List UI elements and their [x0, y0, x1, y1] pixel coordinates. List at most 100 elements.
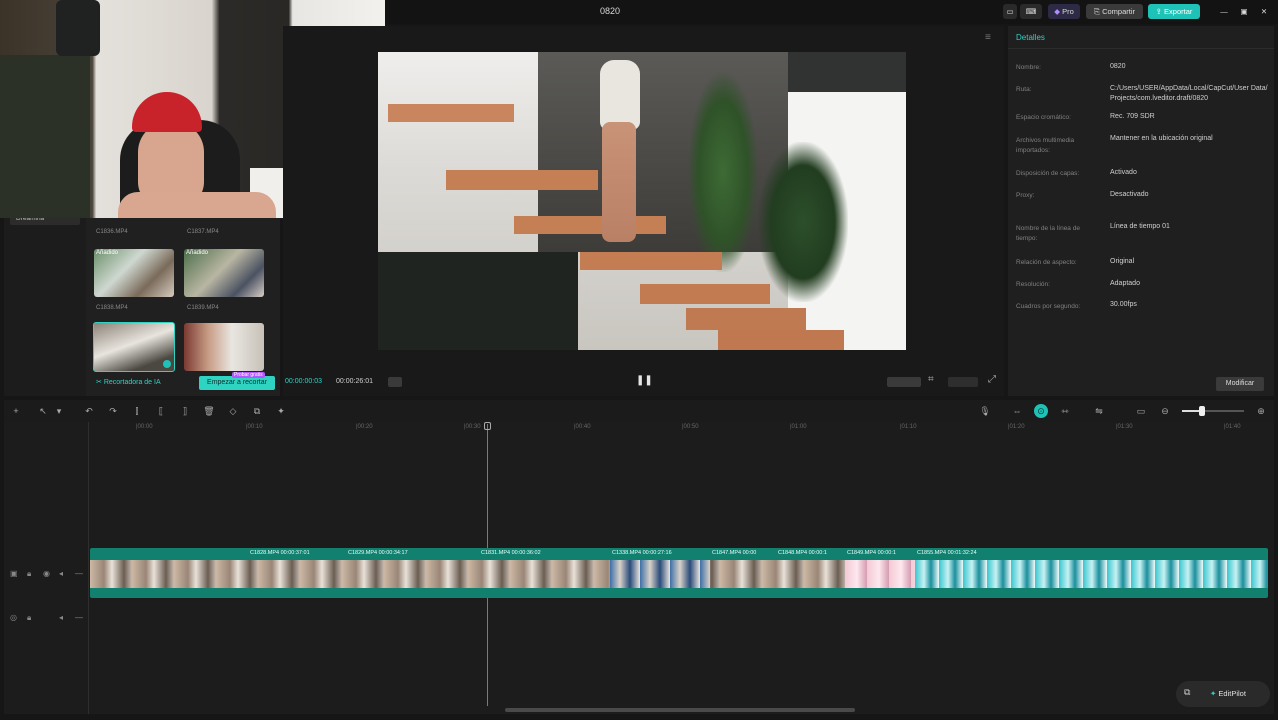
pause-icon[interactable]: ❚❚	[636, 375, 653, 386]
ruler-tick: |01:40	[1224, 424, 1241, 430]
current-time: 00:00:00:03	[285, 378, 322, 385]
freeze-icon[interactable]: ⧉	[250, 404, 264, 418]
stair-step	[640, 284, 770, 304]
ratio-icon[interactable]	[887, 377, 921, 387]
stair-step	[388, 104, 514, 122]
split-icon[interactable]: ⫿	[130, 404, 144, 418]
zoom-slider-handle[interactable]	[1199, 406, 1205, 416]
window-title: 0820	[599, 6, 621, 16]
share-label: Compartir	[1102, 7, 1136, 16]
more-icon[interactable]: —	[75, 613, 83, 622]
share-button[interactable]: ⎘ Compartir	[1086, 4, 1143, 19]
audio-icon[interactable]: ◂	[59, 569, 63, 578]
zoom-out-icon[interactable]: ⊖	[1158, 404, 1172, 418]
clip-label: C1829.MP4 00:00:34:17	[348, 550, 408, 556]
media-thumb[interactable]: Añadido	[184, 249, 264, 297]
plant	[758, 142, 848, 302]
menu-icon[interactable]: ≡	[985, 32, 991, 43]
details-panel	[1008, 26, 1274, 396]
export-button[interactable]: ⇪ Exportar	[1148, 4, 1200, 19]
media-thumb[interactable]: Añadido	[94, 249, 174, 297]
select-tool-icon[interactable]: ↖	[36, 404, 50, 418]
detail-key: Resolución:	[1016, 281, 1050, 288]
clip-label: C1849.MP4 00:00:1	[847, 550, 896, 556]
ai-cutter-link[interactable]: ✂ Recortadora de IA	[96, 378, 161, 386]
window	[788, 52, 906, 92]
redo-icon[interactable]: ↷	[106, 404, 120, 418]
scissors-icon: ✂	[96, 379, 102, 386]
export-label: Exportar	[1164, 7, 1193, 16]
pro-label: Pro	[1062, 7, 1074, 16]
diamond-icon: ◆	[1054, 7, 1060, 16]
layout-icon[interactable]: ▭	[1003, 4, 1017, 19]
split-right-icon[interactable]: ⟧	[178, 404, 192, 418]
maximize-icon[interactable]: ▣	[1238, 4, 1250, 19]
audio-icon[interactable]: ◂	[59, 613, 63, 622]
editpilot-button[interactable]: ✦ EditPilot	[1210, 689, 1246, 698]
lock-icon[interactable]: 🔒︎	[27, 613, 31, 623]
microphone-icon[interactable]: 🎙	[978, 404, 992, 418]
total-time: 00:00:26:01	[336, 378, 373, 385]
magnet-icon[interactable]: ⊙	[1034, 404, 1048, 418]
marker-icon[interactable]: ◇	[226, 404, 240, 418]
undo-icon[interactable]: ↶	[82, 404, 96, 418]
ruler-tick: |00:40	[574, 424, 591, 430]
eye-icon[interactable]: ◉	[43, 569, 50, 578]
screen-icon[interactable]: ▭	[1134, 404, 1148, 418]
delete-icon[interactable]: 🗑	[202, 404, 216, 418]
ruler-tick: |00:10	[246, 424, 263, 430]
cover-icon[interactable]: ▣	[10, 569, 18, 578]
media-thumb[interactable]	[184, 323, 264, 371]
detail-key: Espacio cromático:	[1016, 114, 1071, 121]
media-thumb-selected[interactable]	[93, 322, 175, 372]
start-cut-button[interactable]: Empezar a recortar	[199, 376, 275, 390]
detail-value: Línea de tiempo 01	[1110, 223, 1170, 230]
stair-step	[718, 330, 844, 350]
link-icon[interactable]: ⇔	[1010, 404, 1024, 418]
detail-value: Adaptado	[1110, 280, 1140, 287]
thumb-label: C1839.MP4	[187, 305, 219, 311]
add-track-icon[interactable]: +	[9, 404, 23, 418]
add-icon[interactable]	[163, 360, 171, 368]
detail-key: Ruta:	[1016, 86, 1032, 93]
ai-cutter-label: Recortadora de IA	[103, 379, 161, 386]
timecode-icon[interactable]	[388, 377, 402, 387]
detail-key: Proxy:	[1016, 192, 1035, 199]
clip-label: C1855.MP4 00:01:32:24	[917, 550, 977, 556]
stair-step	[580, 252, 722, 270]
magic-cut-icon[interactable]: ✦	[274, 404, 288, 418]
minimize-icon[interactable]: —	[1218, 4, 1230, 19]
free-trial-tooltip: Probar gratis	[232, 372, 265, 378]
modify-button[interactable]: Modificar	[1216, 377, 1264, 391]
shortcut-icon[interactable]: ⌨	[1020, 4, 1042, 19]
horizontal-scrollbar[interactable]	[505, 708, 855, 712]
feedback-icon[interactable]: ⧉	[1184, 687, 1190, 698]
pro-button[interactable]: ◆ Pro	[1048, 4, 1080, 19]
more-icon[interactable]: —	[75, 569, 83, 578]
fullscreen-icon[interactable]: ⤢	[988, 374, 996, 385]
crop-icon[interactable]: ⌗	[928, 374, 934, 385]
split-left-icon[interactable]: ⟦	[154, 404, 168, 418]
ruler-tick: |01:00	[790, 424, 807, 430]
playhead-handle[interactable]	[484, 422, 491, 430]
lock-icon[interactable]: 🔒︎	[27, 569, 31, 579]
clip-label: C1831.MP4 00:00:36:02	[481, 550, 541, 556]
person-legs	[602, 122, 636, 242]
video-preview	[378, 52, 906, 350]
preview-axis-icon[interactable]: ⇿	[1058, 404, 1072, 418]
ruler-tick: |00:20	[356, 424, 373, 430]
added-badge: Añadido	[96, 250, 119, 256]
details-header-bar	[1008, 26, 1274, 49]
detail-value: Rec. 709 SDR	[1110, 113, 1155, 120]
close-icon[interactable]: ✕	[1258, 4, 1270, 19]
quality-icon[interactable]	[948, 377, 978, 387]
detail-key: Cuadros por segundo:	[1016, 303, 1081, 310]
ruler-tick: |01:10	[900, 424, 917, 430]
detail-key: Nombre:	[1016, 64, 1041, 71]
audio-track-icon[interactable]: ◎	[10, 613, 17, 622]
chevron-down-icon[interactable]: ▾	[52, 404, 66, 418]
audio-link-icon[interactable]: ⇋	[1092, 404, 1106, 418]
detail-value: 0820	[1110, 63, 1126, 70]
zoom-in-icon[interactable]: ⊕	[1254, 404, 1268, 418]
shadow	[378, 252, 578, 350]
